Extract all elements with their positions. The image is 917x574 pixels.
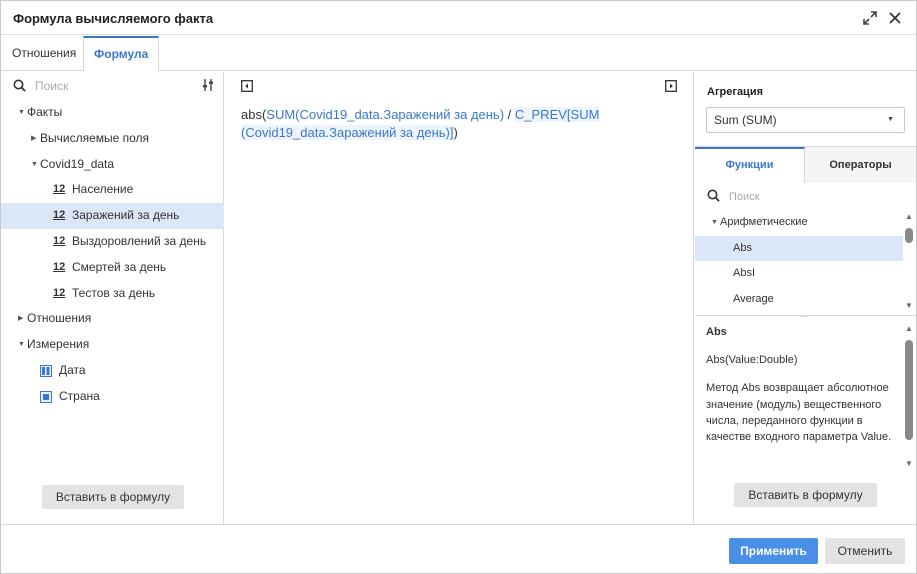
collapse-left-panel-icon[interactable] (241, 80, 253, 92)
functions-scrollbar[interactable]: ▲ ▼ (904, 210, 914, 315)
tree-node-label: Дата (59, 362, 86, 377)
close-icon[interactable] (886, 9, 904, 27)
list-dimension-icon (40, 390, 52, 403)
tree-node-label: Население (72, 182, 134, 197)
tree-node-dimension[interactable]: Дата (1, 358, 224, 384)
expand-arrow-icon[interactable]: ▼ (18, 332, 25, 358)
title-bar: Формула вычисляемого факта (1, 1, 916, 35)
fields-search-input[interactable] (35, 78, 185, 94)
formula-reference[interactable]: SUM(Covid19_data.Заражений за день) (266, 107, 504, 122)
numeric-icon: 12 (53, 286, 66, 299)
tree-node-dimension[interactable]: Страна (1, 384, 224, 410)
function-item-selected[interactable]: Abs (695, 235, 903, 261)
tree-node-label: Измерения (27, 337, 90, 352)
numeric-icon: 12 (53, 183, 66, 196)
formula-reference[interactable]: (Covid19_data.Заражений за день)] (241, 125, 454, 140)
numeric-icon: 12 (53, 234, 66, 247)
fields-tree: ▼ Факты ▶ Вычисляемые поля ▼ Covid19_dat… (1, 100, 224, 410)
tree-node-fact[interactable]: 12 Население (1, 177, 224, 203)
functions-search (695, 184, 916, 210)
tree-node-fact-selected[interactable]: 12 Заражений за день (1, 203, 224, 229)
expand-arrow-icon[interactable]: ▼ (18, 100, 25, 126)
main-tabs: Отношения Формула (1, 36, 916, 72)
formula-dialog: Формула вычисляемого факта Отношения Фор… (0, 0, 917, 574)
tree-node-covid[interactable]: ▼ Covid19_data (1, 152, 224, 178)
cancel-button[interactable]: Отменить (825, 538, 905, 564)
filter-settings-icon[interactable] (201, 78, 215, 95)
apply-button[interactable]: Применить (729, 538, 818, 564)
function-group[interactable]: ▼ Арифметические (695, 210, 903, 236)
function-label: AbsI (733, 267, 756, 279)
tab-functions[interactable]: Функции (695, 147, 805, 183)
collapsed-arrow-icon[interactable]: ▶ (18, 306, 23, 332)
tree-node-dimensions[interactable]: ▼ Измерения (1, 332, 224, 358)
tab-relations[interactable]: Отношения (2, 36, 86, 72)
function-item[interactable]: AbsI (695, 261, 903, 287)
tree-node-label: Covid19_data (40, 156, 115, 171)
description-scrollbar[interactable]: ▲ ▼ (904, 322, 914, 472)
dialog-title: Формула вычисляемого факта (13, 11, 214, 26)
numeric-icon: 12 (53, 209, 66, 222)
functions-tabs: Функции Операторы (695, 146, 916, 183)
formula-token: ) (453, 125, 458, 140)
tree-node-fact[interactable]: 12 Выздоровлений за день (1, 229, 224, 255)
scroll-thumb[interactable] (905, 228, 913, 243)
fields-search (1, 72, 224, 100)
insert-function-button[interactable]: Вставить в формулу (734, 483, 877, 507)
function-item[interactable]: Average (695, 287, 903, 313)
description-signature: Abs(Value:Double) (706, 354, 798, 367)
expand-arrow-icon[interactable]: ▼ (711, 210, 718, 236)
formula-reference[interactable]: C_PREV[SUM (514, 107, 600, 122)
function-group-label: Арифметические (720, 216, 808, 228)
tab-operators[interactable]: Операторы (805, 147, 916, 183)
splitter-grip-icon[interactable]: ⋯ (800, 312, 808, 321)
function-label: Abs (733, 241, 752, 254)
functions-search-input[interactable] (729, 189, 879, 205)
scroll-up-icon[interactable]: ▲ (905, 324, 913, 333)
aggregation-value: Sum (SUM) (714, 113, 777, 127)
tree-node-label: Факты (27, 105, 63, 119)
aggregation-label: Агрегация (707, 86, 764, 98)
formula-token: abs( (241, 107, 267, 122)
numeric-icon: 12 (53, 260, 66, 273)
calendar-dimension-icon (40, 364, 52, 377)
aggregation-select[interactable]: Sum (SUM) ▼ (706, 107, 905, 133)
tree-node-label: Отношения (27, 311, 92, 326)
search-icon (13, 79, 26, 95)
function-description: Abs Abs(Value:Double) Метод Abs возвраща… (706, 324, 896, 445)
search-icon (707, 189, 720, 205)
insert-into-formula-button[interactable]: Вставить в формулу (42, 485, 184, 509)
expand-icon[interactable] (861, 9, 879, 27)
scroll-down-icon[interactable]: ▼ (905, 301, 913, 310)
expand-arrow-icon[interactable]: ▼ (31, 152, 38, 178)
tab-formula[interactable]: Формула (83, 36, 160, 72)
scroll-thumb[interactable] (905, 340, 913, 440)
dialog-footer: Применить Отменить (1, 524, 916, 573)
tree-node-label: Заражений за день (72, 208, 180, 223)
function-label: Average (733, 292, 774, 305)
tree-node-fact[interactable]: 12 Смертей за день (1, 255, 224, 281)
tree-node-label: Вычисляемые поля (40, 130, 150, 145)
fields-panel: ▼ Факты ▶ Вычисляемые поля ▼ Covid19_dat… (1, 72, 224, 524)
chevron-down-icon: ▼ (887, 116, 894, 123)
collapse-right-panel-icon[interactable] (665, 80, 677, 92)
tree-node-facts[interactable]: ▼ Факты (1, 100, 224, 126)
functions-list: ▼ Арифметические Abs AbsI Average (695, 210, 903, 315)
collapsed-arrow-icon[interactable]: ▶ (31, 126, 36, 152)
formula-operator: / (504, 107, 515, 122)
tree-node-label: Тестов за день (72, 285, 156, 300)
tree-node-fact[interactable]: 12 Тестов за день (1, 281, 224, 307)
tree-node-label: Смертей за день (72, 259, 167, 274)
tree-node-label: Страна (59, 388, 100, 403)
formula-editor-panel: abs(SUM(Covid19_data.Заражений за день) … (225, 72, 694, 524)
tree-node-label: Выздоровлений за день (72, 233, 207, 248)
tree-node-relations[interactable]: ▶ Отношения (1, 306, 224, 332)
tree-node-calculated-fields[interactable]: ▶ Вычисляемые поля (1, 126, 224, 152)
scroll-down-icon[interactable]: ▼ (905, 459, 913, 468)
scroll-up-icon[interactable]: ▲ (905, 212, 913, 221)
functions-panel: Агрегация Sum (SUM) ▼ Функции Операторы … (695, 72, 916, 524)
formula-text[interactable]: abs(SUM(Covid19_data.Заражений за день) … (241, 106, 681, 142)
description-text: Метод Abs возвращает абсолютное значение… (706, 382, 892, 444)
description-title: Abs (706, 326, 727, 338)
